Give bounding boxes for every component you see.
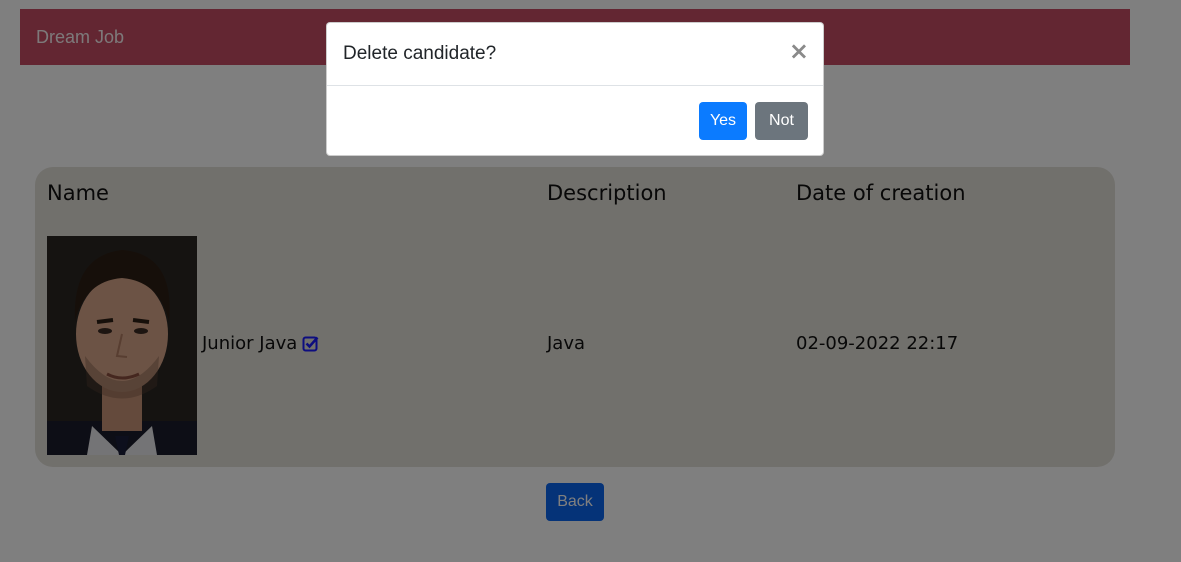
not-button[interactable]: Not	[755, 102, 808, 140]
close-icon[interactable]: ×	[789, 39, 809, 63]
delete-candidate-modal: Delete candidate? × Yes Not	[326, 22, 824, 156]
yes-button[interactable]: Yes	[699, 102, 747, 140]
modal-title: Delete candidate?	[343, 43, 497, 64]
modal-header: Delete candidate? ×	[327, 23, 823, 86]
